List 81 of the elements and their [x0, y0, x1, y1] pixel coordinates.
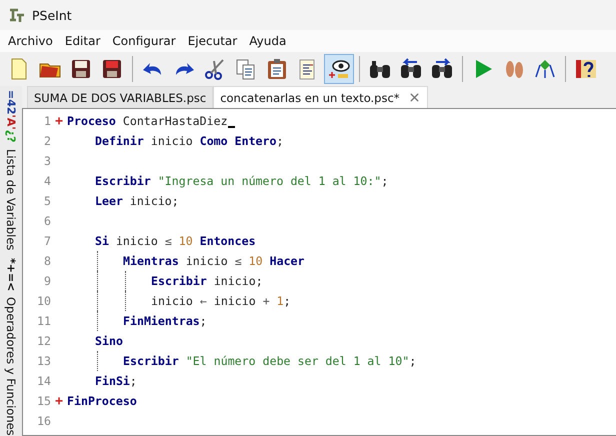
line-number: 4 [43, 174, 51, 188]
code-token: FinMientras [123, 314, 200, 328]
code-token: inicio [151, 294, 194, 308]
code-token: Mientras [123, 254, 179, 268]
line-number: 1 [43, 114, 51, 128]
code-token: Hacer [268, 254, 305, 268]
line-number: 13 [36, 354, 51, 368]
help-icon [574, 57, 598, 81]
code-token: ; [130, 374, 137, 388]
code-token: Escribir [95, 174, 151, 188]
line-number: 2 [43, 134, 51, 148]
watch-button[interactable] [324, 54, 354, 84]
line-number: 5 [43, 194, 51, 208]
side-panel-tab[interactable]: Lista de Variables [4, 148, 18, 250]
code-token: ; [284, 294, 291, 308]
code-token: inicio; [128, 194, 179, 208]
code-token: ContarHastaDiez [122, 114, 228, 128]
code-token: FinProceso [67, 394, 137, 408]
code-token: ; [381, 174, 388, 188]
code-token: Leer [95, 194, 123, 208]
code-token: "El número debe ser del 1 al 10" [184, 354, 410, 368]
code-token: Como Entero [200, 134, 276, 148]
line-number: 14 [36, 374, 51, 388]
panel-glyph: *+=< [4, 258, 18, 292]
code-token: inicio [212, 294, 257, 308]
code-token: inicio [184, 254, 229, 268]
code-token: ; [409, 354, 416, 368]
code-token: Proceso [67, 114, 116, 128]
app-logo-icon [8, 6, 26, 24]
save-as-icon [100, 57, 124, 81]
file-tab[interactable]: concatenarlas en un texto.psc* [213, 86, 428, 108]
code-token: inicio; [212, 274, 263, 288]
code-token: + [262, 294, 270, 308]
clipboard-icon [265, 57, 289, 81]
code-token: ; [276, 134, 284, 148]
line-number: 11 [36, 314, 51, 328]
menu-item[interactable]: Ejecutar [182, 34, 244, 48]
line-number: 8 [43, 254, 51, 268]
line-number: 9 [43, 274, 51, 288]
binoculars-icon [399, 57, 423, 81]
code-token: inicio [150, 134, 194, 148]
line-number: 12 [36, 334, 51, 348]
code-token: inicio [114, 234, 159, 248]
close-icon[interactable] [408, 91, 421, 104]
code-token: FinSi [95, 374, 130, 388]
code-token: ≤ [164, 234, 172, 248]
menu-item[interactable]: Ayuda [243, 34, 292, 48]
line-number: 16 [36, 414, 51, 428]
file-tab[interactable]: SUMA DE DOS VARIABLES.psc [27, 86, 214, 108]
panel-glyph: 'A' [4, 114, 18, 130]
code-token: 10 [248, 254, 263, 268]
code-token: "Ingresa un número del 1 al 10:" [156, 174, 382, 188]
code-token: ← [200, 294, 207, 308]
code-token: 10 [178, 234, 193, 248]
code-token: Escribir [151, 274, 207, 288]
menu-item[interactable]: Archivo [2, 34, 59, 48]
window-title: PSeInt [32, 8, 72, 22]
line-number: 15 [36, 394, 51, 408]
panel-glyph: ¿? [4, 130, 18, 143]
code-editor[interactable] [22, 108, 616, 436]
code-token: Entonces [198, 234, 256, 248]
side-panel-tab[interactable]: Operadores y Funciones [4, 297, 18, 436]
code-token: Si [95, 234, 109, 248]
code-token: Escribir [123, 354, 179, 368]
fold-marker[interactable]: + [55, 114, 63, 128]
save-icon [69, 57, 93, 81]
panel-glyph: =42 [4, 90, 18, 115]
code-token: 1 [276, 294, 284, 308]
binoculars-icon [430, 57, 454, 81]
line-number: 10 [36, 294, 51, 308]
menu-item[interactable]: Configurar [106, 34, 182, 48]
line-number: 6 [43, 214, 51, 228]
line-number: 7 [43, 234, 51, 248]
code-token: ≤ [234, 254, 242, 268]
menu-item[interactable]: Editar [58, 34, 106, 48]
fold-marker[interactable]: + [55, 394, 63, 408]
code-token: Definir [95, 134, 144, 148]
line-number: 3 [43, 154, 51, 168]
code-token: ; [200, 314, 207, 328]
code-token: Sino [95, 334, 123, 348]
flowchart-icon [533, 57, 557, 81]
